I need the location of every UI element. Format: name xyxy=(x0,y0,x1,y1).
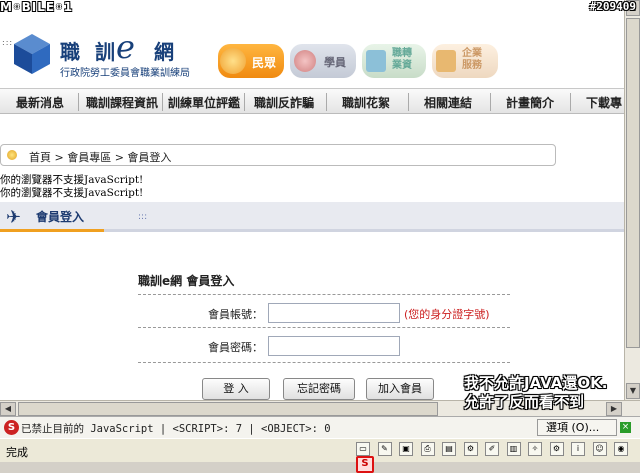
status-bar: 完成 ▭ ✎ ▣ ⎙ ▤ ⚙ ✐ ▥ ✧ ⚙ i ☺ ◉ S xyxy=(0,438,640,473)
nav-item-anti-fraud[interactable]: 職訓反詐騙 xyxy=(254,94,314,111)
chart-icon[interactable]: ▥ xyxy=(506,442,521,456)
browser-viewport: ::: 職 訓 e 網 行政院勞工委員會職業訓練局 民眾 學員 職轉 業資 企業… xyxy=(0,0,624,400)
overlay-note-line: 我不允許JAVA還OK. xyxy=(464,374,608,392)
overlay-note: 我不允許JAVA還OK. 允許了反而看不到 xyxy=(464,374,607,412)
account-label: 會員帳號： xyxy=(208,308,263,321)
section-dots: ::: xyxy=(138,212,148,222)
scroll-thumb[interactable] xyxy=(18,402,438,416)
audience-public-button[interactable]: 民眾 xyxy=(218,44,284,78)
tool-icon[interactable]: ⚙ xyxy=(463,442,478,456)
top-dots: ::: xyxy=(2,38,14,47)
nav-divider xyxy=(326,93,327,111)
nav-item-evaluation[interactable]: 訓練單位評鑑 xyxy=(168,94,240,111)
site-title-part1: 職 訓 xyxy=(60,40,119,64)
audience-label: 企業 服務 xyxy=(462,48,482,71)
status-tray: ▭ ✎ ▣ ⎙ ▤ ⚙ ✐ ▥ ✧ ⚙ i ☺ ◉ S xyxy=(356,442,640,473)
nav-divider xyxy=(244,93,245,111)
main-nav: 最新消息 職訓課程資訊 訓練單位評鑑 職訓反詐騙 職訓花絮 相關連結 計畫簡介 … xyxy=(0,88,624,114)
account-input[interactable] xyxy=(268,303,400,323)
nav-item-about[interactable]: 計畫簡介 xyxy=(506,94,554,111)
overlay-note-line: 允許了反而看不到 xyxy=(464,393,585,411)
image-id-label: #209409 xyxy=(589,0,636,13)
fox-icon[interactable]: ◉ xyxy=(614,442,628,456)
noscript-icon: S xyxy=(4,420,19,435)
print-icon[interactable]: ⎙ xyxy=(420,442,435,456)
nav-item-links[interactable]: 相關連結 xyxy=(424,94,472,111)
breadcrumb: 首頁 > 會員專區 > 會員登入 xyxy=(0,144,556,166)
divider xyxy=(138,327,510,328)
audience-student-button[interactable]: 學員 xyxy=(290,44,356,78)
cube-logo-icon xyxy=(14,34,50,74)
noscript-toggle-icon[interactable]: S xyxy=(356,456,374,473)
scroll-thumb[interactable] xyxy=(626,18,640,348)
password-input[interactable] xyxy=(268,336,400,356)
save-icon[interactable]: ▣ xyxy=(399,442,413,456)
close-icon[interactable]: × xyxy=(620,422,631,433)
section-header: ✈ 會員登入 ::: xyxy=(0,202,624,232)
site-title-part2: 網 xyxy=(154,40,174,64)
image-icon[interactable]: ▤ xyxy=(442,442,456,456)
audience-career-button[interactable]: 職轉 業資 xyxy=(362,44,426,78)
student-icon xyxy=(294,50,316,72)
nav-divider xyxy=(78,93,79,111)
options-button[interactable]: 選項 (O)... xyxy=(537,419,617,436)
join-member-button[interactable]: 加入會員 xyxy=(366,378,434,400)
wrench-icon[interactable]: ✧ xyxy=(528,442,542,456)
nav-divider xyxy=(408,93,409,111)
nav-divider xyxy=(570,93,571,111)
nav-divider xyxy=(162,93,163,111)
nav-item-gallery[interactable]: 職訓花絮 xyxy=(342,94,390,111)
status-text: 完成 xyxy=(6,446,28,459)
noscript-status: 已禁止目前的 JavaScript | <SCRIPT>: 7 | <OBJEC… xyxy=(21,423,331,435)
section-title: 會員登入 xyxy=(36,210,85,224)
airplane-icon: ✈ xyxy=(6,207,22,228)
watermark: M◦BILE◦1 xyxy=(0,0,74,14)
gear-icon[interactable]: ⚙ xyxy=(549,442,564,456)
smiley-icon[interactable]: ☺ xyxy=(592,442,607,456)
section-underline xyxy=(0,229,104,232)
page-icon[interactable]: ▭ xyxy=(356,442,370,456)
career-icon xyxy=(366,50,386,72)
site-title-e: e xyxy=(116,28,135,66)
account-hint: (您的身分證字號) xyxy=(404,308,490,321)
forgot-password-button[interactable]: 忘記密碼 xyxy=(283,378,355,400)
edit-icon[interactable]: ✐ xyxy=(485,442,499,456)
nav-item-downloads[interactable]: 下載專 xyxy=(586,94,622,111)
audience-label: 民眾 xyxy=(252,56,277,70)
site-subtitle: 行政院勞工委員會職業訓練局 xyxy=(60,68,190,79)
scroll-right-icon[interactable]: ▶ xyxy=(606,402,622,416)
login-button[interactable]: 登 入 xyxy=(202,378,270,400)
divider xyxy=(138,294,510,295)
nojs-message: 你的瀏覽器不支援JavaScript! xyxy=(0,187,144,199)
scroll-left-icon[interactable]: ◀ xyxy=(0,402,16,416)
nav-item-courses[interactable]: 職訓課程資訊 xyxy=(86,94,158,111)
bullet-icon xyxy=(7,150,17,160)
audience-business-button[interactable]: 企業 服務 xyxy=(432,44,498,78)
breadcrumb-text[interactable]: 首頁 > 會員專區 > 會員登入 xyxy=(29,149,171,165)
people-icon xyxy=(220,48,246,74)
scroll-down-icon[interactable]: ▼ xyxy=(626,383,640,399)
login-heading: 職訓e網 會員登入 xyxy=(138,274,235,288)
password-label: 會員密碼： xyxy=(208,341,263,354)
nav-divider xyxy=(490,93,491,111)
nav-item-news[interactable]: 最新消息 xyxy=(16,94,64,111)
vertical-scrollbar[interactable]: ▲ ▼ xyxy=(624,0,640,400)
business-icon xyxy=(436,50,456,72)
noscript-bar: S 已禁止目前的 JavaScript | <SCRIPT>: 7 | <OBJ… xyxy=(0,416,640,438)
info-icon[interactable]: i xyxy=(571,442,585,456)
audience-label: 職轉 業資 xyxy=(392,48,412,71)
divider xyxy=(138,362,510,363)
pen-icon[interactable]: ✎ xyxy=(377,442,392,456)
audience-label: 學員 xyxy=(324,56,346,69)
